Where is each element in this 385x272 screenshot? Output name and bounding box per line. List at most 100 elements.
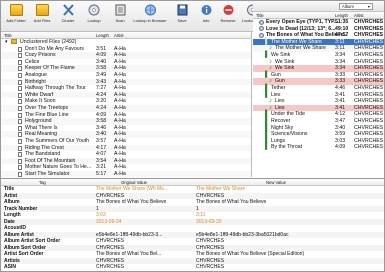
file-length: 3:40: [96, 131, 107, 138]
track-title: We Sink: [275, 65, 295, 72]
file-row[interactable]: Real Meaning 3:40 A-Ha: [1, 131, 251, 138]
track-artist: CHVRCHES: [354, 58, 384, 65]
file-artist: A-Ha: [114, 58, 126, 65]
file-row[interactable]: Foot Of The Mountain 3:54 A-Ha: [1, 157, 251, 165]
album-toolbar: Album ▾: [253, 1, 384, 12]
file-row[interactable]: Don't Do Me Any Favours 3:51 A-Ha: [1, 46, 251, 53]
track-row[interactable]: ▐ Recover 3:47 CHVRCHES: [253, 118, 384, 125]
track-row[interactable]: ▐ By the Throat 4:09 CHVRCHES: [253, 144, 384, 151]
file-artist: A-Ha: [114, 78, 126, 85]
browser-icon: [144, 4, 156, 16]
file-artist: A-Ha: [114, 131, 126, 138]
track-artist: CHVRCHES: [354, 131, 384, 138]
track-length: 3:34: [335, 51, 346, 58]
track-row[interactable]: ▐ Lies 3:41 CHVRCHES: [253, 92, 384, 99]
track-row[interactable]: ♪ We Sink 3:34 CHVRCHES: [253, 65, 384, 72]
track-row[interactable]: ▐ Gun 3:33 CHVRCHES: [253, 71, 384, 79]
audio-file-icon: [18, 92, 22, 98]
music-note-icon: ▐: [263, 111, 268, 118]
cd-lookup-icon: [88, 4, 99, 16]
col-tag: Tag: [39, 180, 46, 185]
track-row[interactable]: ▐ The Mother We Share 3:11 CHVRCHES: [253, 38, 384, 46]
file-row[interactable]: The Bandstand 4:07 A-Ha: [1, 151, 251, 158]
file-length: 4:09: [96, 52, 107, 59]
expand-arrow-icon[interactable]: ▾: [5, 39, 8, 46]
cluster-button[interactable]: Cluster: [55, 4, 81, 23]
music-note-icon: ♪: [269, 65, 272, 72]
file-row[interactable]: White Dwarf 4:24 A-Ha: [1, 91, 251, 99]
file-row[interactable]: Analogue 3:49 A-Ha: [1, 72, 251, 79]
track-row[interactable]: ♪ The Mother We Share 3:11 CHVRCHES: [253, 45, 384, 52]
track-title: Under the Tide: [271, 111, 306, 118]
file-title: Celice: [25, 58, 40, 65]
track-row[interactable]: ▐ Night Sky 3:40 CHVRCHES: [253, 125, 384, 132]
col-length[interactable]: Length: [96, 33, 109, 38]
cluster-icon: [62, 4, 74, 16]
add-folder-button[interactable]: Add Folder: [3, 4, 29, 23]
file-row[interactable]: The Summers Of Our Youth 3:57 A-Ha: [1, 138, 251, 145]
track-length: 4:46: [335, 84, 346, 91]
save-button[interactable]: Save: [169, 4, 195, 23]
file-row[interactable]: Start The Simulator 5:17 A-Ha: [1, 170, 251, 177]
track-row[interactable]: ▐ Lungs 3:03 CHVRCHES: [253, 138, 384, 145]
album-artist: CHVRCHES: [354, 25, 384, 32]
track-row[interactable]: ♪ Lies 3:41 CHVRCHES: [253, 98, 384, 105]
audio-file-icon: [18, 158, 22, 164]
add-files-button[interactable]: Add Files: [29, 4, 55, 23]
unclustered-folder[interactable]: ▾ Unclustered Files (2492): [1, 39, 251, 46]
audio-file-icon: [18, 59, 22, 65]
file-artist: A-Ha: [114, 65, 126, 72]
track-length: 4:09: [335, 144, 346, 151]
audio-file-icon: [18, 112, 22, 118]
file-row[interactable]: Make It Soon 3:20 A-Ha: [1, 98, 251, 105]
track-length: 3:34: [335, 65, 346, 72]
album-select[interactable]: Album ▾: [339, 3, 373, 10]
file-row[interactable]: Cozy Prisons 4:09 A-Ha: [1, 52, 251, 59]
file-row[interactable]: Birthright 3:43 A-Ha: [1, 78, 251, 86]
file-row[interactable]: Over The Treetops 4:24 A-Ha: [1, 104, 251, 112]
audio-file-icon: [18, 145, 22, 151]
file-row[interactable]: Celice 3:40 A-Ha: [1, 59, 251, 66]
album-row[interactable]: Love Is Dead (12/13; 13*; 6... 49:10 CHVRC…: [253, 25, 384, 33]
lookup-button[interactable]: Lookup: [81, 4, 107, 23]
scan-icon: [115, 4, 125, 16]
file-row[interactable]: The Fine Blue Line 4:09 A-Ha: [1, 112, 251, 119]
track-artist: CHVRCHES: [354, 144, 384, 151]
file-row[interactable]: Halfway Through The Tour 7:27 A-Ha: [1, 85, 251, 92]
music-note-icon: ▐: [263, 71, 268, 78]
track-row[interactable]: ▐ Tether 4:46 CHVRCHES: [253, 84, 384, 92]
file-row[interactable]: Riding The Crest 4:17 A-Ha: [1, 144, 251, 152]
file-length: 3:46: [96, 124, 107, 131]
audio-file-icon: [18, 99, 22, 105]
col-length[interactable]: Length: [335, 13, 348, 18]
track-title: We Sink: [271, 51, 291, 58]
track-row[interactable]: ▐ We Sink 3:34 CHVRCHES: [253, 51, 384, 59]
col-title[interactable]: Title: [4, 33, 12, 38]
file-length: 7:27: [96, 85, 107, 92]
album-row[interactable]: Every Open Eye (TYP1, TYP... 51:35 CHVRCHE…: [253, 19, 384, 26]
file-title: Analogue: [25, 71, 47, 78]
file-row[interactable]: What There Is 3:46 A-Ha: [1, 125, 251, 132]
track-row[interactable]: ♪ Gun 3:33 CHVRCHES: [253, 78, 384, 85]
col-new-value: New Value: [266, 180, 286, 185]
track-title: Tether: [271, 84, 286, 91]
scan-button[interactable]: Scan: [107, 4, 133, 23]
col-artist[interactable]: Artist: [114, 33, 124, 38]
album-row[interactable]: The Bones of What You Believe... 47:57 CHV…: [253, 32, 384, 39]
track-row[interactable]: ▐ Science/Visions 3:59 CHVRCHES: [253, 131, 384, 138]
file-row[interactable]: Mother Nature Goes To He... 3:21 A-Ha: [1, 164, 251, 171]
col-artist[interactable]: Artist: [354, 13, 364, 18]
track-row[interactable]: ♪ Lies 3:41 CHVRCHES: [253, 104, 384, 112]
remove-button[interactable]: Remove: [215, 4, 241, 23]
file-length: 4:09: [96, 111, 107, 118]
file-row[interactable]: Holyground 3:58 A-Ha: [1, 118, 251, 125]
track-row[interactable]: ▐ Under the Tide 4:12 CHVRCHES: [253, 111, 384, 118]
file-title: Over The Treetops: [25, 104, 69, 111]
metadata-header: Tag Original Value New Value: [1, 179, 384, 186]
album-cd-icon: [259, 26, 264, 32]
file-row[interactable]: Keeper Of The Flame 3:58 A-Ha: [1, 65, 251, 72]
track-length: 3:34: [335, 58, 346, 65]
lookup-in-browser-button[interactable]: Lookup in Browser: [133, 4, 167, 23]
track-row[interactable]: ♪ We Sink 3:34 CHVRCHES: [253, 58, 384, 66]
col-title[interactable]: Title: [256, 13, 264, 18]
